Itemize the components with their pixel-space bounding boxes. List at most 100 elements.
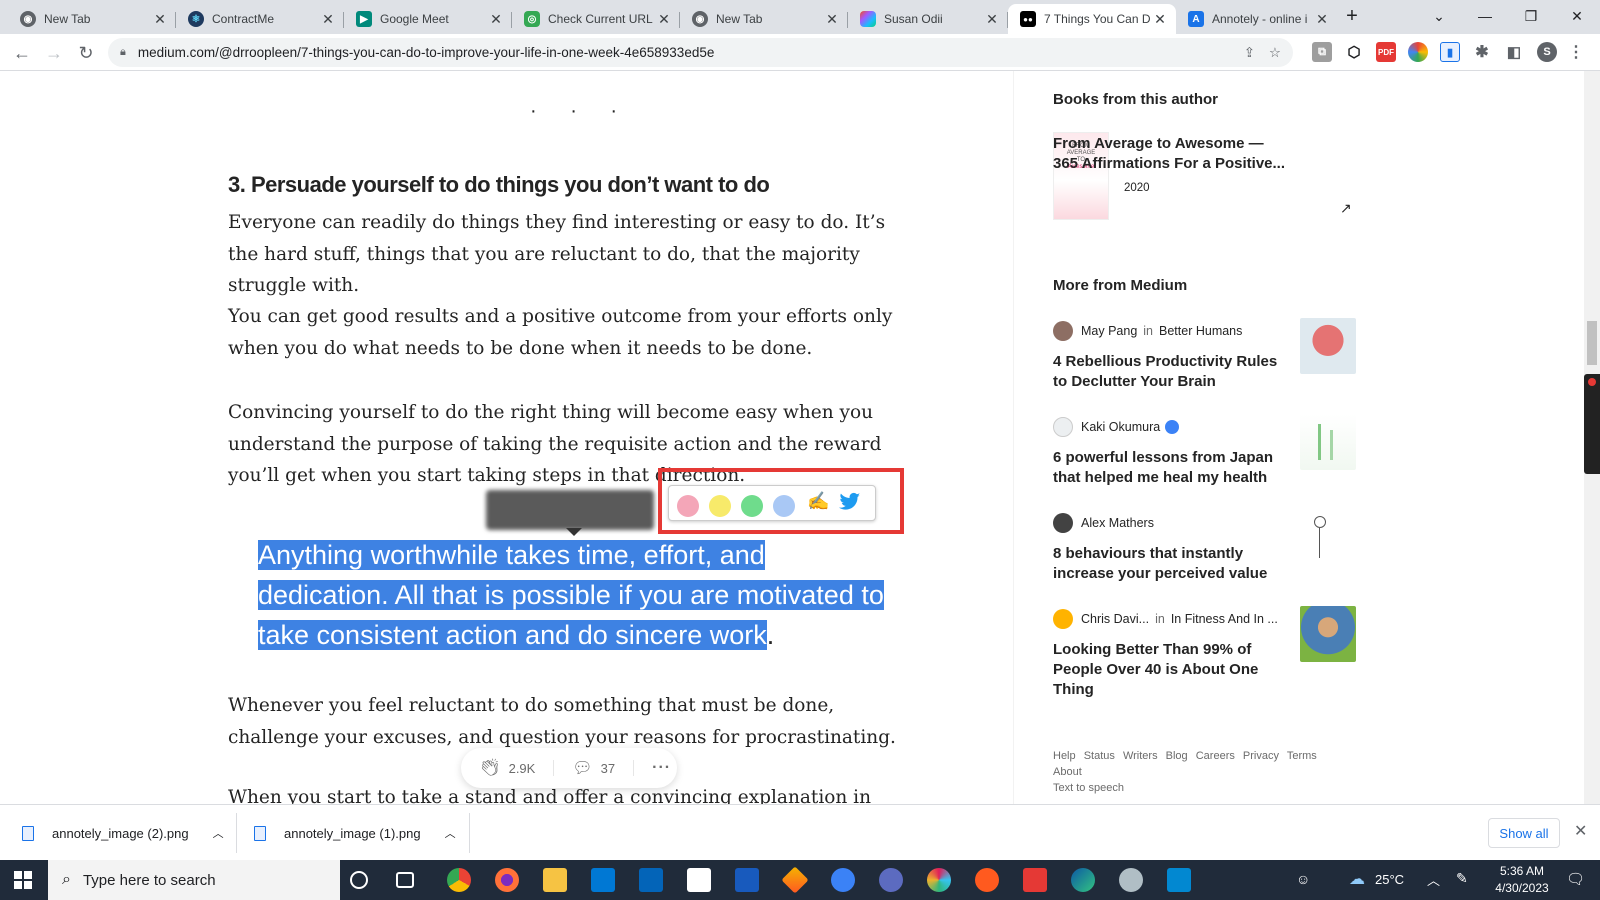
temperature[interactable]: 25°C — [1375, 872, 1404, 887]
green-swatch[interactable] — [741, 495, 763, 517]
more-options-icon[interactable]: ··· — [652, 759, 671, 777]
footer-link-text-to-speech[interactable]: Text to speech — [1053, 782, 1124, 794]
address-bar[interactable]: 🔒︎ medium.com/@drroopleen/7-things-you-c… — [108, 38, 1293, 67]
tab-annotely[interactable]: A Annotely - online i ✕ — [1176, 4, 1338, 34]
rec-title[interactable]: 6 powerful lessons from Japan that helpe… — [1053, 448, 1283, 488]
scrollbar-thumb[interactable] — [1587, 321, 1597, 365]
close-icon[interactable]: ✕ — [824, 11, 840, 28]
footer-link-terms[interactable]: Terms — [1287, 750, 1317, 762]
tab-check-url[interactable]: ◎ Check Current URL ✕ — [512, 4, 680, 34]
rec-title[interactable]: Looking Better Than 99% of People Over 4… — [1053, 640, 1283, 700]
footer-link-status[interactable]: Status — [1084, 750, 1115, 762]
rec-thumbnail[interactable] — [1300, 606, 1356, 662]
outlook-icon[interactable] — [639, 868, 663, 892]
store-icon[interactable] — [687, 868, 711, 892]
medium-highlight-menu[interactable] — [486, 490, 654, 530]
slack-icon[interactable] — [927, 868, 951, 892]
blue-swatch[interactable] — [773, 495, 795, 517]
comment-icon[interactable]: 💬︎ — [572, 758, 592, 778]
cube-extension-icon[interactable]: ⬡ — [1344, 42, 1364, 62]
footer-link-privacy[interactable]: Privacy — [1243, 750, 1279, 762]
pdf-extension-icon[interactable]: PDF — [1376, 42, 1396, 62]
pink-swatch[interactable] — [677, 495, 699, 517]
wps-icon[interactable] — [1023, 868, 1047, 892]
rec-title[interactable]: 4 Rebellious Productivity Rules to Declu… — [1053, 352, 1283, 392]
paint-icon[interactable] — [1167, 868, 1191, 892]
postman-icon[interactable] — [975, 868, 999, 892]
taskbar-search[interactable]: ⌕ Type here to search — [48, 860, 340, 900]
task-view-icon[interactable] — [396, 872, 414, 888]
side-panel-icon[interactable]: ◧ — [1504, 42, 1524, 62]
tab-medium-article[interactable]: ●● 7 Things You Can D ✕ — [1008, 4, 1176, 34]
external-link-icon[interactable]: ↗ — [1340, 200, 1352, 217]
photos-icon[interactable] — [1119, 868, 1143, 892]
forward-icon[interactable]: → — [40, 39, 68, 67]
tab-new-tab-1[interactable]: ◉ New Tab ✕ — [8, 4, 176, 34]
extension-copy-icon[interactable]: ⧉ — [1312, 42, 1332, 62]
tab-google-meet[interactable]: ▶ Google Meet ✕ — [344, 4, 512, 34]
minimize-button[interactable]: — — [1462, 0, 1508, 32]
share-icon[interactable]: ⇪ — [1244, 45, 1255, 61]
rec-thumbnail[interactable] — [1300, 414, 1356, 470]
app-icon[interactable] — [831, 868, 855, 892]
color-picker-extension-icon[interactable] — [1408, 42, 1428, 62]
footer-link-about[interactable]: About — [1053, 766, 1082, 778]
rec-author-line[interactable]: May Pang in Better Humans — [1053, 321, 1242, 341]
footer-link-careers[interactable]: Careers — [1196, 750, 1235, 762]
close-icon[interactable]: ✕ — [1314, 11, 1330, 28]
highlighter-icon[interactable]: ✍ — [807, 491, 829, 512]
restore-button[interactable]: ❐ — [1508, 0, 1554, 32]
tab-contractme[interactable]: ⚛ ContractMe ✕ — [176, 4, 344, 34]
yellow-swatch[interactable] — [709, 495, 731, 517]
cortana-icon[interactable] — [350, 871, 368, 889]
firefox-taskbar-icon[interactable] — [495, 868, 519, 892]
close-icon[interactable]: ✕ — [320, 11, 336, 28]
close-downloads-icon[interactable]: ✕ — [1574, 821, 1587, 841]
edge-icon[interactable] — [1071, 868, 1095, 892]
tab-susan-odii[interactable]: Susan Odii ✕ — [848, 4, 1008, 34]
globe-icon[interactable] — [879, 868, 903, 892]
system-clock[interactable]: 5:36 AM 4/30/2023 — [1486, 863, 1558, 897]
twitter-icon[interactable] — [839, 492, 861, 512]
pull-quote[interactable]: Anything worthwhile takes time, effort, … — [258, 535, 908, 655]
download-item[interactable]: annotely_image (1).png ︿ — [254, 805, 468, 861]
close-window-button[interactable]: ✕ — [1554, 0, 1600, 32]
bookmark-star-icon[interactable]: ☆ — [1269, 45, 1281, 61]
show-all-button[interactable]: Show all — [1488, 818, 1560, 848]
close-icon[interactable]: ✕ — [488, 11, 504, 28]
rec-author-line[interactable]: Chris Davi... in In Fitness And In ... — [1053, 609, 1278, 629]
file-explorer-icon[interactable] — [543, 868, 567, 892]
notification-icon[interactable]: 🗨︎ — [1566, 870, 1585, 888]
download-item[interactable]: annotely_image (2).png ︿ — [22, 805, 236, 861]
rec-thumbnail[interactable] — [1300, 318, 1356, 374]
chevron-up-icon[interactable]: ︿ — [1427, 870, 1440, 889]
footer-link-help[interactable]: Help — [1053, 750, 1076, 762]
chevron-up-icon[interactable]: ︿ — [213, 825, 224, 841]
close-icon[interactable]: ✕ — [984, 11, 1000, 28]
close-icon[interactable]: ✕ — [152, 11, 168, 28]
chrome-taskbar-icon[interactable] — [447, 868, 471, 892]
rec-author-line[interactable]: Alex Mathers — [1053, 513, 1154, 533]
tab-search-icon[interactable]: ⌄ — [1416, 0, 1462, 32]
rec-author-line[interactable]: Kaki Okumura — [1053, 417, 1180, 437]
footer-link-writers[interactable]: Writers — [1123, 750, 1158, 762]
annotely-extension-icon[interactable]: ▮ — [1440, 42, 1460, 62]
back-icon[interactable]: ← — [8, 39, 36, 67]
book-title[interactable]: From Average to Awesome — 365 Affirmatio… — [1053, 134, 1288, 174]
chevron-up-icon[interactable]: ︿ — [445, 825, 456, 841]
close-icon[interactable]: ✕ — [1152, 11, 1168, 28]
clap-icon[interactable]: 👏︎ — [479, 758, 501, 778]
menu-kebab-icon[interactable]: ⋮ — [1566, 42, 1586, 62]
profile-avatar[interactable]: S — [1537, 42, 1557, 62]
git-icon[interactable] — [781, 866, 809, 894]
screenrec-widget[interactable] — [1584, 374, 1600, 474]
weather-icon[interactable]: ☁ — [1349, 869, 1365, 889]
rec-thumbnail[interactable] — [1300, 510, 1356, 566]
new-tab-button[interactable]: + — [1336, 0, 1368, 32]
pen-icon[interactable]: ✎ — [1456, 870, 1468, 887]
word-icon[interactable] — [735, 868, 759, 892]
footer-link-blog[interactable]: Blog — [1166, 750, 1188, 762]
windows-start-icon[interactable] — [14, 871, 32, 889]
rec-title[interactable]: 8 behaviours that instantly increase you… — [1053, 544, 1283, 584]
reload-icon[interactable]: ↻ — [72, 39, 100, 67]
